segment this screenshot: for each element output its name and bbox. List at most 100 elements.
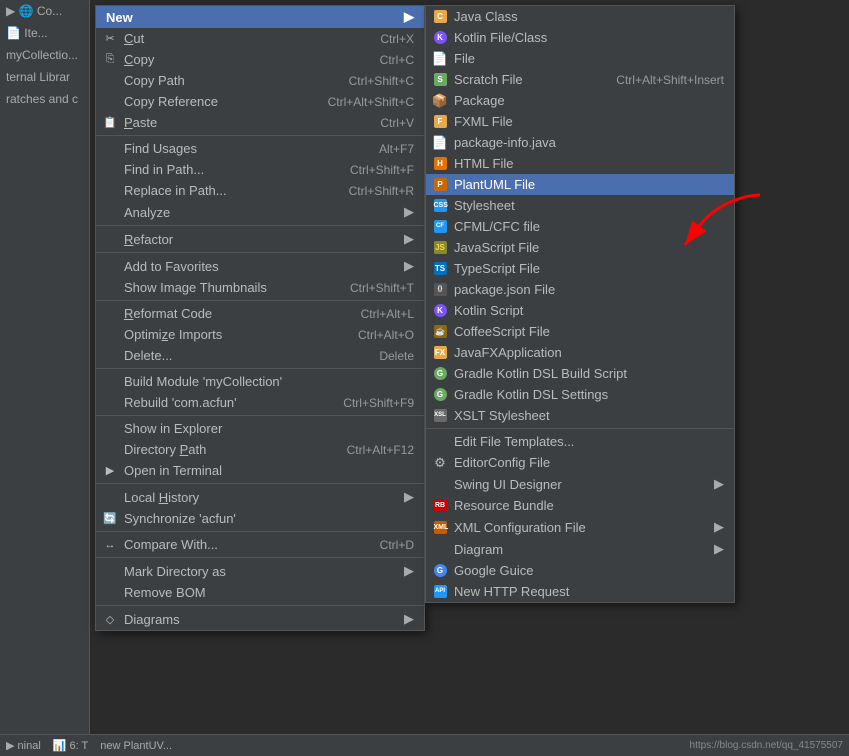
separator-1 [96,135,424,136]
menu-item-local-history[interactable]: Local History ▶ [96,486,424,508]
new-http-request-label: New HTTP Request [454,584,724,599]
menu-item-remove-bom[interactable]: Remove BOM [96,582,424,603]
copy-path-label: Copy Path [124,73,319,88]
menu-item-directory-path[interactable]: Directory Path Ctrl+Alt+F12 [96,439,424,460]
submenu-scratch-file[interactable]: S Scratch File Ctrl+Alt+Shift+Insert [426,69,734,90]
diagram-label: Diagram [454,542,708,557]
menu-item-cut[interactable]: ✂ Cut Ctrl+X [96,28,424,49]
xslt-label: XSLT Stylesheet [454,408,724,423]
submenu-new: C Java Class K Kotlin File/Class 📄 File … [425,5,735,603]
submenu-diagram[interactable]: Diagram ▶ [426,538,734,560]
java-class-icon: C [432,9,448,25]
menu-item-build-module[interactable]: Build Module 'myCollection' [96,371,424,392]
menu-item-show-explorer[interactable]: Show in Explorer [96,418,424,439]
show-thumbnails-icon [102,280,118,296]
submenu-fxml-file[interactable]: F FXML File [426,111,734,132]
menu-item-open-terminal[interactable]: ▶ Open in Terminal [96,460,424,481]
submenu-xml-config[interactable]: XML XML Configuration File ▶ [426,516,734,538]
submenu-file[interactable]: 📄 File [426,48,734,69]
menu-item-paste[interactable]: 📋 Paste Ctrl+V [96,112,424,133]
javafx-label: JavaFXApplication [454,345,724,360]
menu-item-refactor[interactable]: Refactor ▶ [96,228,424,250]
refactor-label: Refactor [124,232,394,247]
submenu-cfml[interactable]: CF CFML/CFC file [426,216,734,237]
kotlin-file-label: Kotlin File/Class [454,30,724,45]
submenu-editorconfig[interactable]: ⚙ EditorConfig File [426,452,734,473]
submenu-new-http-request[interactable]: API New HTTP Request [426,581,734,602]
submenu-swing-ui[interactable]: Swing UI Designer ▶ [426,473,734,495]
typescript-label: TypeScript File [454,261,724,276]
cut-icon: ✂ [102,31,118,47]
context-menu: New ▶ ✂ Cut Ctrl+X ⎘ Copy Ctrl+C Copy Pa… [95,5,425,631]
submenu-java-class[interactable]: C Java Class [426,6,734,27]
reformat-shortcut: Ctrl+Alt+L [361,307,414,321]
html-file-icon: H [432,156,448,172]
menu-item-reformat[interactable]: Reformat Code Ctrl+Alt+L [96,303,424,324]
menu-new-arrow: ▶ [404,9,414,25]
menu-item-delete[interactable]: Delete... Delete [96,345,424,366]
menu-item-copy-path[interactable]: Copy Path Ctrl+Shift+C [96,70,424,91]
submenu-typescript[interactable]: TS TypeScript File [426,258,734,279]
scratch-file-icon: S [432,72,448,88]
menu-item-mark-directory[interactable]: Mark Directory as ▶ [96,560,424,582]
remove-bom-icon [102,585,118,601]
submenu-google-guice[interactable]: G Google Guice [426,560,734,581]
submenu-package-info[interactable]: 📄 package-info.java [426,132,734,153]
submenu-kotlin-file[interactable]: K Kotlin File/Class [426,27,734,48]
menu-item-replace-in-path[interactable]: Replace in Path... Ctrl+Shift+R [96,180,424,201]
delete-shortcut: Delete [379,349,414,363]
new-http-request-icon: API [432,584,448,600]
submenu-package-json[interactable]: {} package.json File [426,279,734,300]
submenu-package[interactable]: 📦 Package [426,90,734,111]
menu-item-find-usages[interactable]: Find Usages Alt+F7 [96,138,424,159]
submenu-stylesheet[interactable]: CSS Stylesheet [426,195,734,216]
gradle-kotlin-build-label: Gradle Kotlin DSL Build Script [454,366,724,381]
javascript-label: JavaScript File [454,240,724,255]
submenu-resource-bundle[interactable]: RB Resource Bundle [426,495,734,516]
menu-item-compare-with[interactable]: ↔ Compare With... Ctrl+D [96,534,424,555]
show-thumbnails-shortcut: Ctrl+Shift+T [350,281,414,295]
copy-path-icon [102,73,118,89]
fxml-file-label: FXML File [454,114,724,129]
diagrams-icon: ◇ [102,611,118,627]
menu-item-add-favorites[interactable]: Add to Favorites ▶ [96,255,424,277]
submenu-javafx[interactable]: FX JavaFXApplication [426,342,734,363]
separator-10 [96,605,424,606]
menu-item-show-thumbnails[interactable]: Show Image Thumbnails Ctrl+Shift+T [96,277,424,298]
cfml-icon: CF [432,219,448,235]
menu-item-synchronize[interactable]: 🔄 Synchronize 'acfun' [96,508,424,529]
menu-item-rebuild[interactable]: Rebuild 'com.acfun' Ctrl+Shift+F9 [96,392,424,413]
local-history-arrow: ▶ [404,489,414,505]
menu-item-find-in-path[interactable]: Find in Path... Ctrl+Shift+F [96,159,424,180]
separator-6 [96,415,424,416]
menu-item-diagrams[interactable]: ◇ Diagrams ▶ [96,608,424,630]
mark-directory-arrow: ▶ [404,563,414,579]
gradle-kotlin-build-icon: G [432,366,448,382]
package-label: Package [454,93,724,108]
menu-item-optimize-imports[interactable]: Optimize Imports Ctrl+Alt+O [96,324,424,345]
submenu-xslt[interactable]: XSL XSLT Stylesheet [426,405,734,426]
submenu-kotlin-script[interactable]: K Kotlin Script [426,300,734,321]
submenu-gradle-kotlin-settings[interactable]: G Gradle Kotlin DSL Settings [426,384,734,405]
submenu-javascript[interactable]: JS JavaScript File [426,237,734,258]
javascript-icon: JS [432,240,448,256]
separator-4 [96,300,424,301]
submenu-coffeescript[interactable]: ☕ CoffeeScript File [426,321,734,342]
copy-reference-icon [102,94,118,110]
analyze-arrow: ▶ [404,204,414,220]
menu-item-new[interactable]: New ▶ [96,6,424,28]
xml-config-icon: XML [432,519,448,535]
coffeescript-icon: ☕ [432,324,448,340]
submenu-edit-templates[interactable]: Edit File Templates... [426,431,734,452]
diagrams-arrow: ▶ [404,611,414,627]
separator-9 [96,557,424,558]
submenu-plantuml-file[interactable]: P PlantUML File [426,174,734,195]
menu-item-copy-reference[interactable]: Copy Reference Ctrl+Alt+Shift+C [96,91,424,112]
local-history-label: Local History [124,490,394,505]
menu-item-copy[interactable]: ⎘ Copy Ctrl+C [96,49,424,70]
submenu-html-file[interactable]: H HTML File [426,153,734,174]
submenu-gradle-kotlin-build[interactable]: G Gradle Kotlin DSL Build Script [426,363,734,384]
stylesheet-icon: CSS [432,198,448,214]
menu-item-analyze[interactable]: Analyze ▶ [96,201,424,223]
copy-reference-label: Copy Reference [124,94,298,109]
